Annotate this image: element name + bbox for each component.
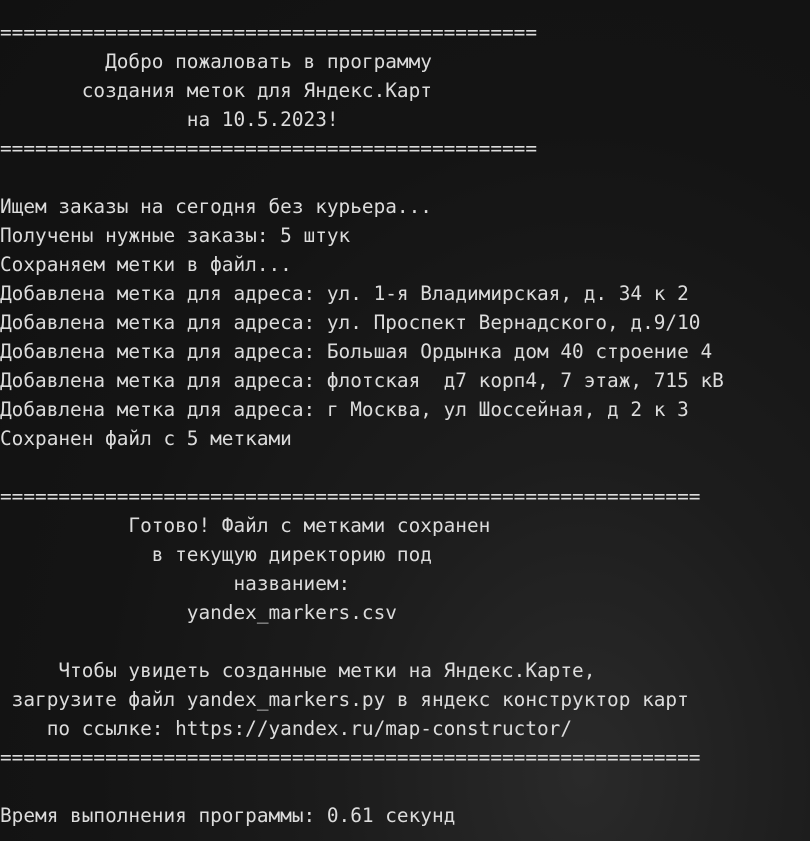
log-line-marker: Добавлена метка для адреса: ул. Проспект… xyxy=(0,311,701,334)
log-line-marker: Добавлена метка для адреса: г Москва, ул… xyxy=(0,398,689,421)
instruction-line-1: Чтобы увидеть созданные метки на Яндекс.… xyxy=(0,659,596,682)
instruction-line-2: загрузите файл yandex_markers.py в яндек… xyxy=(0,688,689,711)
done-filename: yandex_markers.csv xyxy=(0,601,397,624)
terminal-output: ========================================… xyxy=(0,18,810,830)
separator-line: ========================================… xyxy=(0,485,701,508)
log-line-orders-found: Получены нужные заказы: 5 штук xyxy=(0,224,351,247)
instruction-link-line: по ссылке: https://yandex.ru/map-constru… xyxy=(0,717,573,740)
done-line-3: названием: xyxy=(0,572,351,595)
welcome-date: на 10.5.2023! xyxy=(0,108,339,131)
welcome-line-1: Добро пожаловать в программу xyxy=(0,50,432,73)
separator-line: ========================================… xyxy=(0,746,701,769)
done-line-1: Готово! Файл с метками сохранен xyxy=(0,514,491,537)
welcome-line-2: создания меток для Яндекс.Карт xyxy=(0,79,432,102)
log-line-marker: Добавлена метка для адреса: флотская д7 … xyxy=(0,369,724,392)
log-line-searching: Ищем заказы на сегодня без курьера... xyxy=(0,195,432,218)
log-line-marker: Добавлена метка для адреса: Большая Орды… xyxy=(0,340,713,363)
execution-time-line: Время выполнения программы: 0.61 секунд xyxy=(0,804,456,827)
log-line-saving: Сохраняем метки в файл... xyxy=(0,253,292,276)
done-line-2: в текущую директорию под xyxy=(0,543,432,566)
log-line-file-saved: Сохранен файл с 5 метками xyxy=(0,427,292,450)
separator-line: ========================================… xyxy=(0,21,538,44)
separator-line: ========================================… xyxy=(0,137,538,160)
log-line-marker: Добавлена метка для адреса: ул. 1-я Влад… xyxy=(0,282,689,305)
